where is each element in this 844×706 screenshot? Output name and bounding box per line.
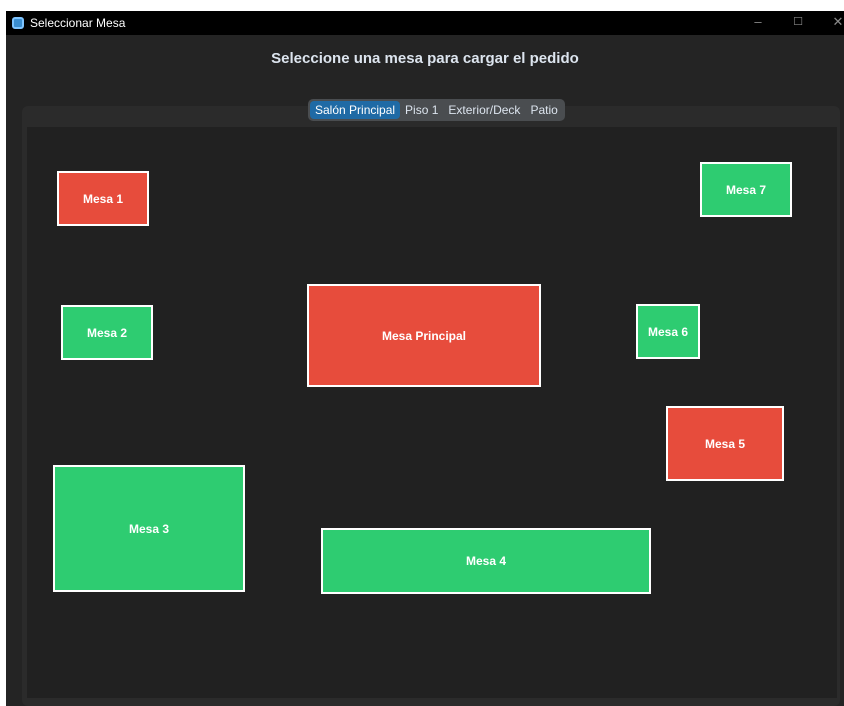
table-mesa-5[interactable]: Mesa 5 bbox=[666, 406, 784, 481]
area-tabs: Salón Principal Piso 1 Exterior/Deck Pat… bbox=[308, 99, 565, 121]
table-mesa-7[interactable]: Mesa 7 bbox=[700, 162, 792, 217]
table-mesa-4[interactable]: Mesa 4 bbox=[321, 528, 651, 594]
title-bar: Seleccionar Mesa – ☐ ✕ bbox=[6, 11, 844, 35]
minimize-button[interactable]: – bbox=[738, 11, 778, 35]
table-mesa-1[interactable]: Mesa 1 bbox=[57, 171, 149, 226]
select-table-window: Seleccionar Mesa – ☐ ✕ Seleccione una me… bbox=[6, 11, 844, 706]
app-icon bbox=[12, 17, 24, 29]
close-button[interactable]: ✕ bbox=[818, 11, 844, 35]
table-mesa-2[interactable]: Mesa 2 bbox=[61, 305, 153, 360]
table-mesa-3[interactable]: Mesa 3 bbox=[53, 465, 245, 592]
table-mesa-principal[interactable]: Mesa Principal bbox=[307, 284, 541, 387]
tab-patio[interactable]: Patio bbox=[525, 101, 562, 119]
floor-plan-canvas: Mesa 1 Mesa 7 Mesa 2 Mesa Principal Mesa… bbox=[27, 127, 837, 698]
tab-piso-1[interactable]: Piso 1 bbox=[400, 101, 443, 119]
table-mesa-6[interactable]: Mesa 6 bbox=[636, 304, 700, 359]
window-title: Seleccionar Mesa bbox=[30, 16, 126, 30]
page-title: Seleccione una mesa para cargar el pedid… bbox=[271, 50, 579, 67]
tab-salon-principal[interactable]: Salón Principal bbox=[310, 101, 401, 119]
maximize-button[interactable]: ☐ bbox=[778, 11, 818, 35]
tab-exterior-deck[interactable]: Exterior/Deck bbox=[443, 101, 525, 119]
